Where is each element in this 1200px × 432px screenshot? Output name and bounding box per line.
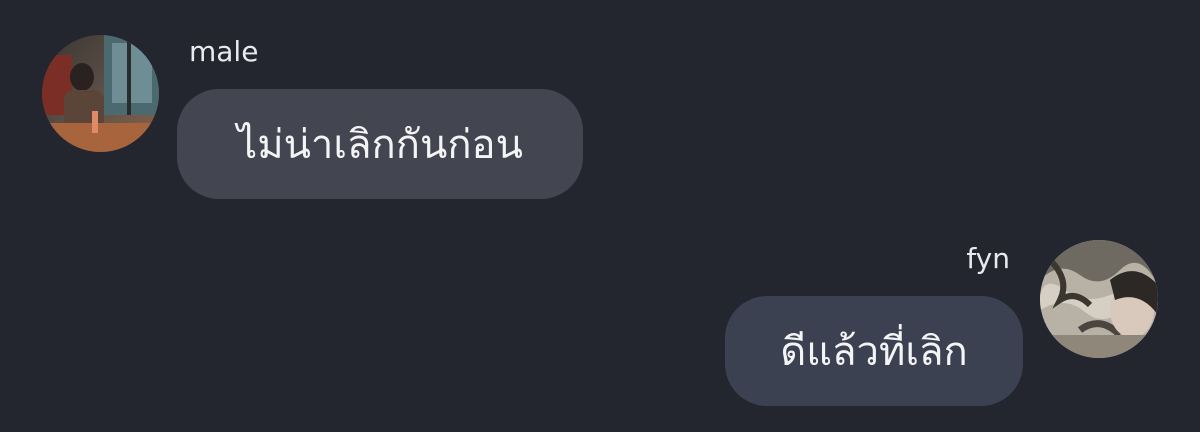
avatar-photo (42, 35, 159, 152)
avatar-male[interactable] (42, 35, 159, 152)
avatar-fyn[interactable] (1040, 240, 1158, 358)
sender-name: male (189, 35, 259, 68)
message-bubble-incoming[interactable]: ไม่น่าเลิกกันก่อน (177, 89, 583, 199)
message-text: ดีแล้วที่เลิก (780, 329, 968, 375)
message-bubble-outgoing[interactable]: ดีแล้วที่เลิก (725, 296, 1023, 406)
message-text: ไม่น่าเลิกกันก่อน (237, 122, 523, 168)
avatar-photo (1040, 240, 1158, 358)
sender-name: fyn (966, 242, 1010, 275)
